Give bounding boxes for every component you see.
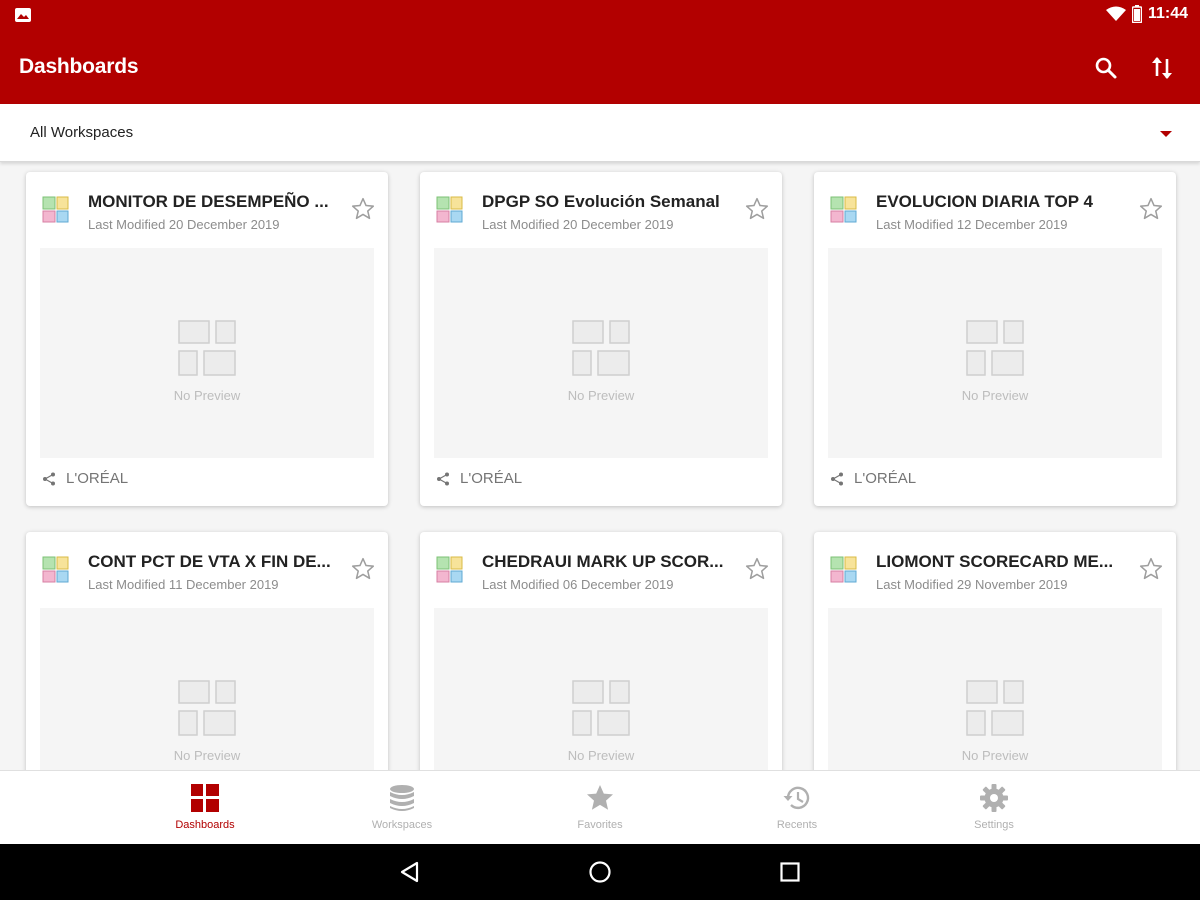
nav-workspaces[interactable]: Workspaces [342,771,462,845]
no-preview-text: No Preview [173,388,241,403]
dashboard-thumbnail-icon [436,196,463,223]
dashboard-grid: MONITOR DE DESEMPEÑO ... Last Modified 2… [0,162,1200,770]
nav-label: Dashboards [175,819,235,831]
status-bar: 11:44 [0,0,1200,32]
page-title: Dashboards [19,55,139,78]
dashboard-modified: Last Modified 20 December 2019 [88,217,280,232]
no-preview-text: No Preview [567,388,635,403]
share-icon [43,472,55,485]
dashboard-preview: No Preview [40,248,374,458]
workspace-selector-label: All Workspaces [30,124,134,141]
dashboard-thumbnail-icon [42,556,69,583]
back-icon[interactable] [398,860,422,884]
search-button[interactable] [1090,52,1122,84]
nav-settings[interactable]: Settings [934,771,1054,845]
favorite-star-icon[interactable] [350,556,376,582]
no-preview-placeholder-icon [178,320,236,376]
nav-favorites[interactable]: Favorites [540,771,660,845]
dashboard-name: EVOLUCION DIARIA TOP 4 [876,192,1093,211]
wifi-icon [1105,6,1126,21]
database-icon [390,785,414,811]
dashboard-name: LIOMONT SCORECARD ME... [876,552,1114,571]
home-icon[interactable] [588,860,612,884]
battery-icon [1131,5,1142,23]
dashboard-thumbnail-icon [830,556,857,583]
dashboard-name: MONITOR DE DESEMPEÑO ... [88,192,329,211]
dashboard-preview: No Preview [828,608,1162,770]
no-preview-placeholder-icon [178,680,236,736]
dashboard-preview: No Preview [40,608,374,770]
favorite-star-icon[interactable] [744,556,770,582]
favorite-star-icon[interactable] [1138,556,1164,582]
star-icon [587,785,613,810]
dashboard-owner-name: L'ORÉAL [460,470,523,487]
history-icon [783,786,810,810]
dashboard-owner-name: L'ORÉAL [66,470,129,487]
dashboard-card[interactable]: DPGP SO Evolución Semanal Last Modified … [420,172,782,506]
no-preview-placeholder-icon [572,680,630,736]
dashboard-card[interactable]: LIOMONT SCORECARD ME... Last Modified 29… [814,532,1176,770]
dashboard-name: CHEDRAUI MARK UP SCOR... [482,552,724,571]
favorite-star-icon[interactable] [350,196,376,222]
dropdown-caret-icon [1160,131,1172,137]
nav-dashboards[interactable]: Dashboards [145,771,265,845]
dashboard-thumbnail-icon [830,196,857,223]
dashboard-modified: Last Modified 06 December 2019 [482,577,674,592]
overview-icon[interactable] [778,860,802,884]
nav-label: Workspaces [371,819,433,831]
dashboard-owner: L'ORÉAL [830,470,916,487]
dashboard-preview: No Preview [434,248,768,458]
status-right: 11:44 [1105,5,1188,23]
sort-button[interactable] [1146,52,1178,84]
app-bar: Dashboards [0,32,1200,104]
no-preview-text: No Preview [567,748,635,763]
workspace-selector[interactable]: All Workspaces [0,104,1200,162]
image-notification-icon [15,8,31,22]
nav-recents[interactable]: Recents [737,771,857,845]
no-preview-text: No Preview [961,388,1029,403]
dashboard-modified: Last Modified 11 December 2019 [88,577,279,592]
favorite-star-icon[interactable] [1138,196,1164,222]
gear-icon [980,784,1008,812]
dashboard-name: DPGP SO Evolución Semanal [482,192,720,211]
dashboard-card[interactable]: MONITOR DE DESEMPEÑO ... Last Modified 2… [26,172,388,506]
dashboard-owner-name: L'ORÉAL [854,470,917,487]
nav-label: Settings [974,819,1014,831]
dashboard-owner: L'ORÉAL [436,470,522,487]
dashboard-card[interactable]: EVOLUCION DIARIA TOP 4 Last Modified 12 … [814,172,1176,506]
no-preview-text: No Preview [173,748,241,763]
sort-icon [1152,57,1172,79]
dashboard-thumbnail-icon [42,196,69,223]
search-icon [1095,57,1117,79]
dashboard-modified: Last Modified 12 December 2019 [876,217,1068,232]
dashboard-modified: Last Modified 20 December 2019 [482,217,674,232]
dashboard-grid-icon [191,784,219,812]
dashboard-thumbnail-icon [436,556,463,583]
share-icon [831,472,843,485]
dashboard-card[interactable]: CHEDRAUI MARK UP SCOR... Last Modified 0… [420,532,782,770]
dashboard-preview: No Preview [434,608,768,770]
nav-label: Favorites [577,819,623,831]
nav-label: Recents [776,819,818,831]
no-preview-placeholder-icon [966,680,1024,736]
no-preview-placeholder-icon [966,320,1024,376]
status-time: 11:44 [1147,5,1188,22]
no-preview-placeholder-icon [572,320,630,376]
dashboard-owner: L'ORÉAL [42,470,128,487]
dashboard-modified: Last Modified 29 November 2019 [876,577,1068,592]
no-preview-text: No Preview [961,748,1029,763]
system-nav-bar [0,844,1200,900]
dashboard-preview: No Preview [828,248,1162,458]
dashboard-card[interactable]: CONT PCT DE VTA X FIN DE... Last Modifie… [26,532,388,770]
favorite-star-icon[interactable] [744,196,770,222]
share-icon [437,472,449,485]
dashboard-name: CONT PCT DE VTA X FIN DE... [88,552,331,571]
bottom-nav: Dashboards Workspaces Favorites Recents [0,770,1200,844]
